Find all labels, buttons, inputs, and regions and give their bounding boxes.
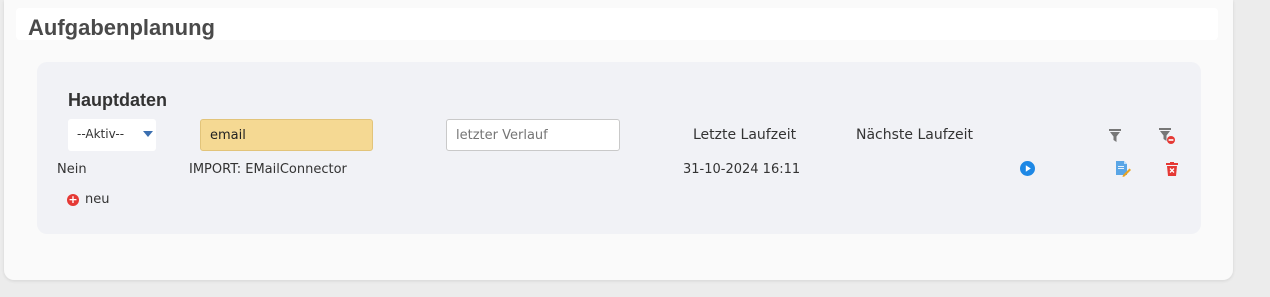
status-select[interactable]: --Aktiv-- xyxy=(68,119,156,151)
status-select-value: --Aktiv-- xyxy=(77,127,125,141)
row-active: Nein xyxy=(57,162,87,177)
section-title: Hauptdaten xyxy=(68,90,167,110)
filter-icon[interactable] xyxy=(1109,128,1121,147)
trash-icon[interactable] xyxy=(1166,161,1178,180)
row-task-name[interactable]: IMPORT: EMailConnector xyxy=(189,162,347,177)
column-header-last-run[interactable]: Letzte Laufzeit xyxy=(693,127,796,143)
chevron-down-icon xyxy=(143,131,153,137)
filter-clear-icon[interactable] xyxy=(1159,128,1175,148)
column-header-next-run[interactable]: Nächste Laufzeit xyxy=(856,127,973,143)
name-filter-input[interactable] xyxy=(200,119,373,151)
play-icon[interactable] xyxy=(1020,161,1035,180)
history-filter-input[interactable] xyxy=(446,119,620,151)
add-new-label: neu xyxy=(85,192,110,207)
page-title: Aufgabenplanung xyxy=(28,15,215,40)
row-last-run: 31-10-2024 16:11 xyxy=(683,162,801,177)
plus-circle-icon: + xyxy=(67,192,79,206)
edit-icon[interactable] xyxy=(1115,160,1131,181)
add-new-link[interactable]: + neu xyxy=(67,192,109,207)
